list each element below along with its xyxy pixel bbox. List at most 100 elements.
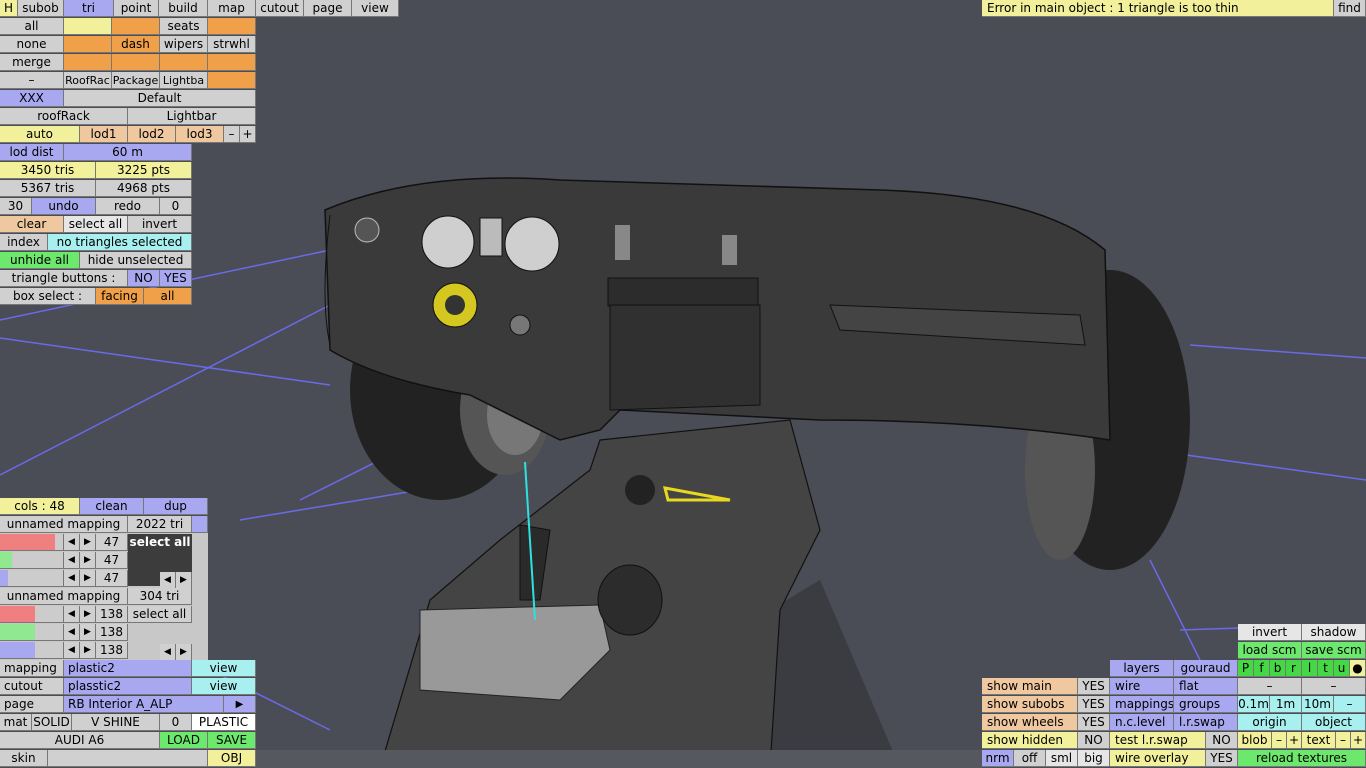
undo-button[interactable]: undo <box>32 198 96 215</box>
blob-plus[interactable]: + <box>1287 732 1302 749</box>
lightbar-button[interactable]: Lightbar <box>128 108 256 125</box>
lod-minus[interactable]: – <box>224 126 240 143</box>
hide-unselected-button[interactable]: hide unselected <box>80 252 192 269</box>
subob-slot-6[interactable] <box>112 54 160 71</box>
clear-button[interactable]: clear <box>0 216 64 233</box>
mapping2-slider-r[interactable] <box>0 606 64 623</box>
show-hidden-toggle[interactable]: NO <box>1078 732 1110 749</box>
text-minus[interactable]: – <box>1336 732 1351 749</box>
grid-10m-button[interactable]: 10m <box>1302 696 1334 713</box>
load-button[interactable]: LOAD <box>160 732 208 749</box>
right-arrow-icon[interactable]: ▶ <box>80 552 96 569</box>
lod1-button[interactable]: lod1 <box>80 126 128 143</box>
xxx-button[interactable]: XXX <box>0 90 64 107</box>
subob-slot-2[interactable] <box>112 18 160 35</box>
wire-overlay-toggle[interactable]: YES <box>1206 750 1238 767</box>
subob-slot-3[interactable] <box>208 18 256 35</box>
invert-view-button[interactable]: invert <box>1238 624 1302 641</box>
blob-minus[interactable]: – <box>1272 732 1287 749</box>
tab-build[interactable]: build <box>159 0 208 17</box>
mappings-button[interactable]: mappings <box>1110 696 1174 713</box>
subob-slot-7[interactable] <box>160 54 208 71</box>
cutout-value[interactable]: plasstic2 <box>64 678 192 695</box>
flag-r-toggle[interactable]: r <box>1286 660 1302 677</box>
box-select-all[interactable]: all <box>144 288 192 305</box>
flag-u-toggle[interactable]: u <box>1334 660 1350 677</box>
tab-subob[interactable]: subob <box>18 0 64 17</box>
left-arrow-icon[interactable]: ◀ <box>160 572 176 589</box>
mapping2-select-all[interactable]: select all <box>128 606 192 623</box>
mat-solid[interactable]: SOLID <box>32 714 72 731</box>
subob-slot-4[interactable] <box>64 36 112 53</box>
tab-cutout[interactable]: cutout <box>256 0 304 17</box>
clean-button[interactable]: clean <box>80 498 144 515</box>
lod3-button[interactable]: lod3 <box>176 126 224 143</box>
left-arrow-icon[interactable]: ◀ <box>64 642 80 659</box>
show-subobs-toggle[interactable]: YES <box>1078 696 1110 713</box>
mapping1-slider-b[interactable] <box>0 570 64 587</box>
right-arrow-icon[interactable]: ▶ <box>80 624 96 641</box>
select-all-button[interactable]: select all <box>64 216 128 233</box>
big-button[interactable]: big <box>1078 750 1110 767</box>
box-select-facing[interactable]: facing <box>96 288 144 305</box>
left-arrow-icon[interactable]: ◀ <box>64 606 80 623</box>
tab-page[interactable]: page <box>304 0 352 17</box>
show-wheels-toggle[interactable]: YES <box>1078 714 1110 731</box>
row-minus-1[interactable]: – <box>1238 678 1302 695</box>
mapping1-slider-r[interactable] <box>0 534 64 551</box>
right-arrow-icon[interactable]: ▶ <box>80 570 96 587</box>
left-arrow-icon[interactable]: ◀ <box>160 644 176 661</box>
default-button[interactable]: Default <box>64 90 256 107</box>
off-button[interactable]: off <box>1014 750 1046 767</box>
lod-plus[interactable]: + <box>240 126 256 143</box>
subob-slot-8[interactable] <box>208 54 256 71</box>
sml-button[interactable]: sml <box>1046 750 1078 767</box>
right-arrow-icon[interactable]: ▶ <box>176 572 192 589</box>
left-arrow-icon[interactable]: ◀ <box>64 552 80 569</box>
subob-wipers[interactable]: wipers <box>160 36 208 53</box>
cutout-view-button[interactable]: view <box>192 678 256 695</box>
roofrack-button[interactable]: roofRack <box>0 108 128 125</box>
scrollbar-1[interactable] <box>192 516 208 533</box>
mat-type[interactable]: PLASTIC <box>192 714 256 731</box>
triangle-buttons-yes[interactable]: YES <box>160 270 192 287</box>
select-none-button[interactable]: none <box>0 36 64 53</box>
flag-f-toggle[interactable]: f <box>1254 660 1270 677</box>
redo-button[interactable]: redo <box>96 198 160 215</box>
subob-seats[interactable]: seats <box>160 18 208 35</box>
flat-button[interactable]: flat <box>1174 678 1238 695</box>
obj-button[interactable]: OBJ <box>208 750 256 767</box>
lod-auto[interactable]: auto <box>0 126 80 143</box>
load-scm-button[interactable]: load scm <box>1238 642 1302 659</box>
save-button[interactable]: SAVE <box>208 732 256 749</box>
wire-button[interactable]: wire <box>1110 678 1174 695</box>
origin-button[interactable]: origin <box>1238 714 1302 731</box>
grid-minus-button[interactable]: – <box>1334 696 1366 713</box>
mapping2-slider-g[interactable] <box>0 624 64 641</box>
select-all-subobs-button[interactable]: all <box>0 18 64 35</box>
tab-view[interactable]: view <box>352 0 399 17</box>
grid-1m-button[interactable]: 1m <box>1270 696 1302 713</box>
mapping-value[interactable]: plastic2 <box>64 660 192 677</box>
mapping1-name[interactable]: unnamed mapping <box>0 516 128 533</box>
object-button[interactable]: object <box>1302 714 1366 731</box>
left-arrow-icon[interactable]: ◀ <box>64 624 80 641</box>
flag-b-toggle[interactable]: b <box>1270 660 1286 677</box>
triangle-buttons-no[interactable]: NO <box>128 270 160 287</box>
skin-field[interactable] <box>48 750 208 767</box>
h-button[interactable]: H <box>0 0 18 17</box>
save-scm-button[interactable]: save scm <box>1302 642 1366 659</box>
grid-01m-button[interactable]: 0.1m <box>1238 696 1270 713</box>
flag-P-toggle[interactable]: P <box>1238 660 1254 677</box>
tab-tri[interactable]: tri <box>64 0 114 17</box>
lr-swap-button[interactable]: l.r.swap <box>1174 714 1238 731</box>
flag-dot-toggle[interactable]: ● <box>1350 660 1366 677</box>
subob-strwhl[interactable]: strwhl <box>208 36 256 53</box>
tab-point[interactable]: point <box>114 0 159 17</box>
subob-slot-5[interactable] <box>64 54 112 71</box>
subob-dash[interactable]: dash <box>112 36 160 53</box>
page-next-icon[interactable]: ▶ <box>224 696 256 713</box>
left-arrow-icon[interactable]: ◀ <box>64 570 80 587</box>
nrm-button[interactable]: nrm <box>982 750 1014 767</box>
tab-map[interactable]: map <box>208 0 256 17</box>
